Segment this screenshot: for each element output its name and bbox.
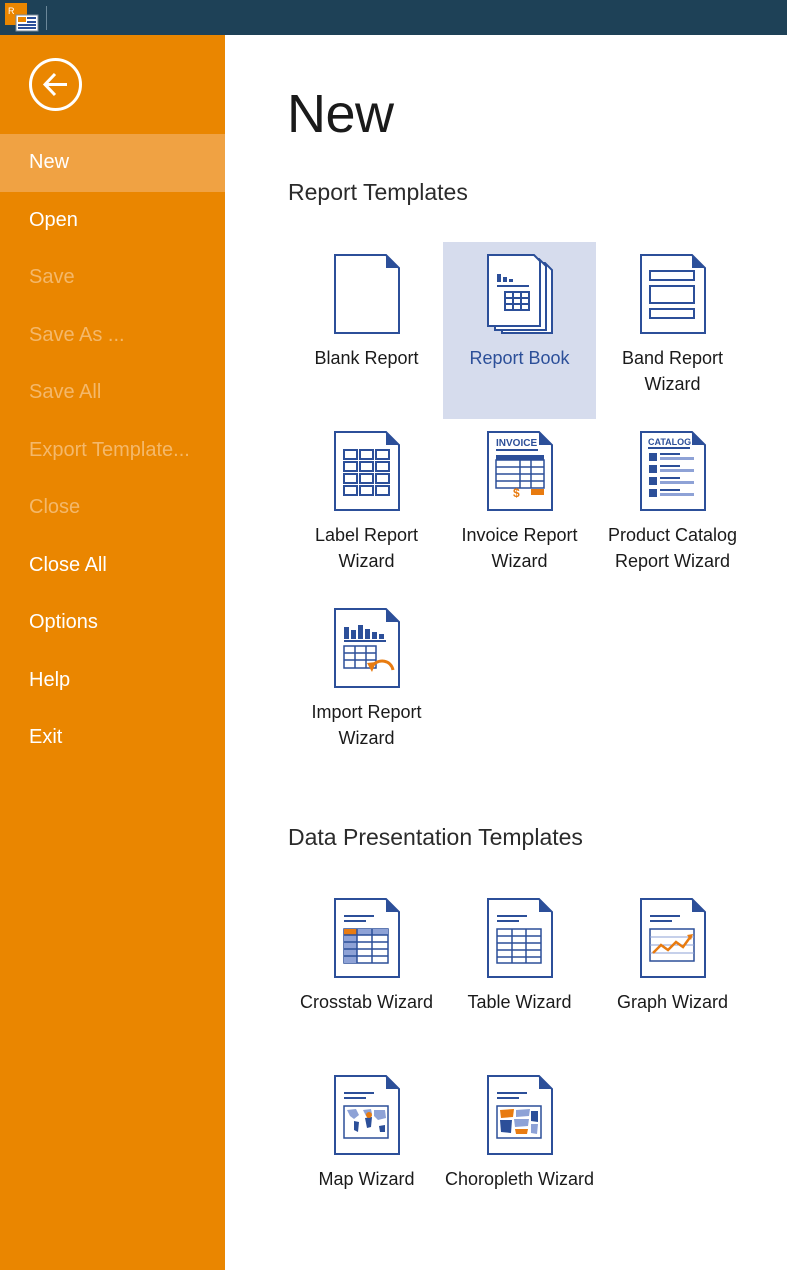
template-label: Crosstab Wizard	[299, 992, 434, 1012]
template-label-report-wizard[interactable]: Label Report Wizard	[290, 419, 443, 596]
template-report-book[interactable]: Report Book	[443, 242, 596, 419]
report-book-icon	[487, 254, 553, 334]
template-label: Band Report Wizard	[621, 348, 724, 394]
svg-text:R: R	[8, 6, 15, 16]
template-crosstab-wizard[interactable]: Crosstab Wizard	[290, 886, 443, 1063]
template-map-wizard[interactable]: Map Wizard	[290, 1063, 443, 1240]
blank-report-icon	[334, 254, 400, 334]
template-blank-report[interactable]: Blank Report	[290, 242, 443, 419]
template-import-report-wizard[interactable]: Import Report Wizard	[290, 596, 443, 773]
backstage-menu: New Open Save Save As ... Save All Expor…	[0, 134, 225, 767]
choropleth-icon	[487, 1075, 553, 1155]
svg-text:CATALOG: CATALOG	[648, 437, 691, 447]
template-label: Blank Report	[314, 348, 419, 368]
template-label: Map Wizard	[318, 1169, 415, 1189]
menu-item-exit[interactable]: Exit	[0, 709, 225, 767]
menu-item-save: Save	[29, 266, 75, 288]
label-report-icon	[334, 431, 400, 511]
menu-item-close: Close	[29, 496, 81, 518]
template-invoice-report-wizard[interactable]: INVOICE $ Invoice Report Wizard	[443, 419, 596, 596]
report-templates-heading: Report Templates	[288, 179, 468, 205]
template-label: Import Report Wizard	[311, 702, 422, 748]
data-presentation-templates-heading: Data Presentation Templates	[288, 824, 583, 850]
graph-icon	[640, 898, 706, 978]
template-label: Table Wizard	[467, 992, 572, 1012]
menu-item-help[interactable]: Help	[0, 652, 225, 710]
svg-text:INVOICE: INVOICE	[496, 438, 537, 449]
page-title: New	[287, 84, 394, 144]
template-choropleth-wizard[interactable]: Choropleth Wizard	[443, 1063, 596, 1240]
back-arrow-icon	[42, 72, 67, 97]
template-label: Product Catalog Report Wizard	[607, 525, 738, 571]
template-label: Report Book	[469, 348, 570, 368]
template-label: Graph Wizard	[616, 992, 729, 1012]
invoice-report-icon: INVOICE $	[487, 431, 553, 511]
main-panel: New Report Templates Blank Report Report…	[225, 35, 787, 1270]
menu-item-open[interactable]: Open	[0, 192, 225, 250]
template-label: Invoice Report Wizard	[461, 525, 578, 571]
template-graph-wizard[interactable]: Graph Wizard	[596, 886, 749, 1063]
template-table-wizard[interactable]: Table Wizard	[443, 886, 596, 1063]
title-bar: R	[0, 0, 787, 35]
template-label: Label Report Wizard	[314, 525, 419, 571]
menu-item-save-all: Save All	[29, 381, 102, 403]
back-button[interactable]	[29, 58, 82, 111]
table-icon	[487, 898, 553, 978]
title-bar-separator	[46, 6, 47, 30]
template-label: Choropleth Wizard	[444, 1169, 595, 1189]
menu-item-new[interactable]: New	[0, 134, 225, 192]
menu-item-save-as: Save As ...	[29, 323, 125, 346]
menu-item-export-template: Export Template...	[29, 438, 190, 461]
menu-item-close-all[interactable]: Close All	[0, 537, 225, 595]
import-report-icon	[334, 608, 400, 688]
band-report-icon	[640, 254, 706, 334]
menu-item-options[interactable]: Options	[0, 594, 225, 652]
report-designer-app-icon[interactable]: R	[5, 3, 41, 33]
backstage-sidebar: New Open Save Save As ... Save All Expor…	[0, 35, 225, 1270]
map-icon	[334, 1075, 400, 1155]
crosstab-icon	[334, 898, 400, 978]
template-product-catalog-report-wizard[interactable]: CATALOG Product Catalog Report Wizard	[596, 419, 749, 596]
svg-text:$: $	[513, 486, 520, 500]
product-catalog-icon: CATALOG	[640, 431, 706, 511]
template-band-report-wizard[interactable]: Band Report Wizard	[596, 242, 749, 419]
